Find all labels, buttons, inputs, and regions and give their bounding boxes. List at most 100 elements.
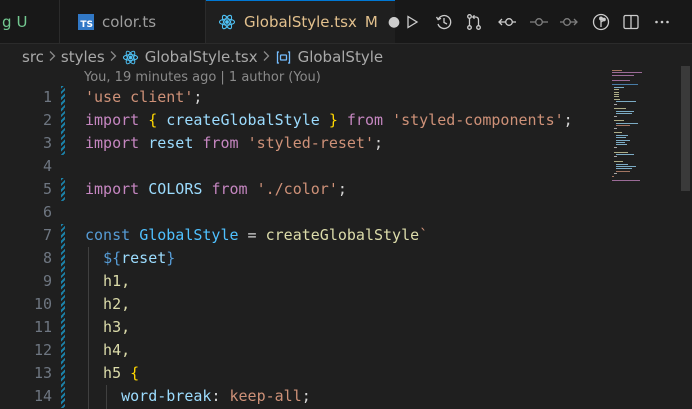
line-number: 14: [33, 387, 52, 405]
line-number: 11: [33, 318, 52, 336]
more-actions-icon[interactable]: [651, 11, 673, 33]
source-control-compare-icon[interactable]: [463, 11, 485, 33]
modified-line-gutter-marker[interactable]: [61, 132, 65, 155]
symbol-variable-icon: [275, 49, 292, 66]
minimap-line: [614, 120, 624, 122]
modified-line-gutter-marker[interactable]: [61, 316, 65, 339]
tab-globalstyle-tsx[interactable]: GlobalStyle.tsx M ●: [206, 0, 400, 43]
gitlens-icon[interactable]: [590, 11, 612, 33]
breadcrumb-item-styles[interactable]: styles: [61, 48, 105, 66]
minimap-line: [614, 151, 628, 153]
modified-line-gutter-marker[interactable]: [61, 385, 65, 408]
minimap-line: [614, 86, 624, 88]
minimap-line: [616, 137, 626, 139]
code-text: 'use client';: [85, 88, 203, 106]
breadcrumb-item-symbol[interactable]: GlobalStyle: [298, 48, 384, 66]
minimap-line: [614, 103, 617, 105]
modified-badge: M: [364, 13, 378, 31]
minimap-line: [616, 101, 636, 103]
modified-line-gutter-marker[interactable]: [61, 270, 65, 293]
minimap-line: [616, 113, 632, 115]
minimap-line: [612, 180, 640, 182]
git-blame-codelens[interactable]: You, 19 minutes ago | 1 author (You): [84, 70, 321, 85]
tab-untracked-file[interactable]: g U: [0, 0, 60, 43]
code-line[interactable]: 8 ${reset}: [0, 247, 606, 270]
minimap-line: [616, 110, 634, 112]
minimap-line: [616, 168, 632, 170]
minimap-line: [614, 146, 617, 148]
code-text: const GlobalStyle = createGlobalStyle`: [85, 226, 429, 244]
line-number: 12: [33, 341, 52, 359]
line-number: 8: [42, 249, 52, 267]
minimap-line: [614, 127, 617, 129]
modified-line-gutter-marker[interactable]: [61, 247, 65, 270]
modified-line-gutter-marker[interactable]: [61, 86, 65, 109]
minimap-line: [616, 139, 630, 141]
code-line[interactable]: 11 h3,: [0, 316, 606, 339]
tab-color-ts[interactable]: TS color.ts: [60, 0, 206, 43]
line-number: 3: [42, 134, 52, 152]
code-line[interactable]: 4: [0, 155, 606, 178]
line-number: 7: [42, 226, 52, 244]
chevron-right-icon: [109, 48, 118, 66]
tab-label: g: [2, 12, 12, 31]
code-text: h5 {: [85, 364, 140, 382]
minimap-line: [612, 72, 642, 74]
minimap[interactable]: [606, 66, 678, 409]
chevron-right-icon: [262, 48, 271, 66]
minimap-line: [612, 84, 638, 86]
minimap-line: [614, 173, 617, 175]
breadcrumb-item-file[interactable]: GlobalStyle.tsx: [145, 48, 258, 66]
minimap-line: [614, 156, 617, 158]
code-line[interactable]: 14 word-break: keep-all;: [0, 385, 606, 408]
commit-icon[interactable]: [528, 11, 550, 33]
modified-line-gutter-marker[interactable]: [61, 362, 65, 385]
go-back-icon[interactable]: [496, 11, 518, 33]
minimap-line: [616, 144, 627, 146]
scrollbar-thumb[interactable]: [681, 66, 690, 191]
timeline-icon[interactable]: [433, 11, 455, 33]
code-text: h1,: [85, 272, 131, 290]
tab-label: color.ts: [102, 12, 157, 31]
modified-line-gutter-marker[interactable]: [61, 109, 65, 132]
code-line[interactable]: 12 h4,: [0, 339, 606, 362]
minimap-line: [616, 125, 630, 127]
code-text: h4,: [85, 341, 131, 359]
code-line[interactable]: 7 const GlobalStyle = createGlobalStyle`: [0, 224, 606, 247]
minimap-line: [614, 89, 619, 91]
minimap-line: [614, 96, 619, 98]
line-number: 2: [42, 111, 52, 129]
code-line[interactable]: 2 import { createGlobalStyle } from 'styl…: [0, 109, 606, 132]
minimap-line: [614, 115, 617, 117]
code-editor[interactable]: 1 'use client'; 2 import { createGlobalStyl…: [0, 86, 606, 409]
minimap-line: [612, 70, 622, 71]
tab-label: GlobalStyle.tsx: [244, 13, 357, 31]
modified-line-gutter-marker[interactable]: [61, 293, 65, 316]
run-icon[interactable]: [401, 11, 423, 33]
untracked-badge: U: [16, 12, 28, 31]
minimap-line: [616, 166, 636, 167]
code-line[interactable]: 10 h2,: [0, 293, 606, 316]
modified-line-gutter-marker[interactable]: [61, 224, 65, 247]
modified-line-gutter-marker[interactable]: [61, 339, 65, 362]
minimap-line: [616, 134, 628, 136]
code-line[interactable]: 13 h5 {: [0, 362, 606, 385]
breadcrumb: src styles GlobalStyle.tsx GlobalStyle: [22, 43, 383, 71]
minimap-line: [616, 122, 638, 124]
close-tab-button[interactable]: ●: [388, 14, 400, 30]
minimap-line: [614, 91, 619, 93]
editor-tab-bar: g U TS color.ts GlobalStyle.tsx M ●: [0, 0, 692, 44]
code-line[interactable]: 5 import COLORS from './color';: [0, 178, 606, 201]
modified-line-gutter-marker[interactable]: [61, 178, 65, 201]
breadcrumb-item-src[interactable]: src: [22, 48, 44, 66]
code-line[interactable]: 6: [0, 201, 606, 224]
minimap-line: [616, 142, 625, 143]
split-editor-icon[interactable]: [620, 11, 642, 33]
code-line[interactable]: 3 import reset from 'styled-reset';: [0, 132, 606, 155]
code-text: h2,: [85, 295, 131, 313]
go-forward-icon[interactable]: [558, 11, 580, 33]
code-line[interactable]: 9 h1,: [0, 270, 606, 293]
code-line[interactable]: 1 'use client';: [0, 86, 606, 109]
code-text: import reset from 'styled-reset';: [85, 134, 384, 152]
line-number: 13: [33, 364, 52, 382]
